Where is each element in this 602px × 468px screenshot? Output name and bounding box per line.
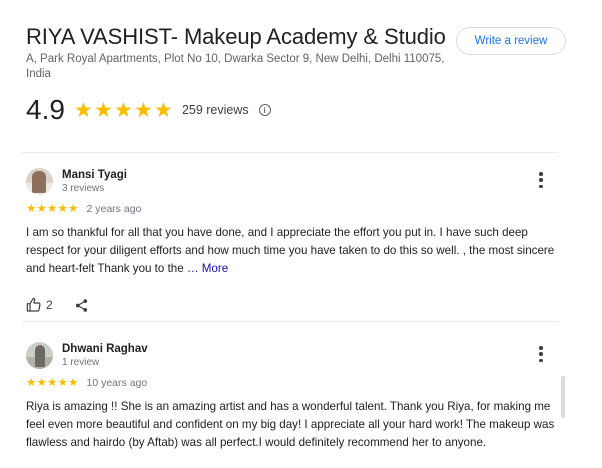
star-icon: ★ — [57, 203, 68, 215]
more-options-icon[interactable] — [536, 346, 546, 362]
reviewer-header: Dhwani Raghav 1 review — [26, 340, 556, 370]
star-icon: ★ — [26, 377, 37, 389]
reviewer-info: Mansi Tyagi 3 reviews — [62, 168, 127, 195]
star-icon: ★ — [153, 98, 173, 122]
star-icon: ★ — [93, 98, 113, 122]
divider — [22, 321, 558, 322]
star-icon: ★ — [113, 98, 133, 122]
rating-summary: 4.9 ★ ★ ★ ★ ★ 259 reviews i — [26, 93, 271, 127]
star-icon: ★ — [68, 203, 79, 215]
business-address: A, Park Royal Apartments, Plot No 10, Dw… — [26, 53, 445, 80]
star-icon: ★ — [36, 377, 47, 389]
review-rating: ★ ★ ★ ★ ★ 2 years ago — [26, 203, 556, 215]
avatar[interactable] — [26, 167, 53, 195]
star-icon: ★ — [133, 98, 153, 122]
review-rating: ★ ★ ★ ★ ★ 10 years ago — [26, 377, 556, 389]
share-icon[interactable] — [74, 298, 89, 313]
review-text-body: I am so thankful for all that you have d… — [26, 226, 555, 275]
review-count[interactable]: 259 reviews — [182, 103, 249, 117]
scrollbar[interactable] — [561, 376, 565, 418]
more-link[interactable]: … More — [187, 262, 228, 275]
reviewer-info: Dhwani Raghav 1 review — [62, 342, 148, 369]
review-actions: 2 — [26, 296, 556, 314]
star-icon: ★ — [57, 377, 68, 389]
rating-value: 4.9 — [26, 94, 65, 125]
review-card: Dhwani Raghav 1 review ★ ★ ★ ★ ★ 10 year… — [26, 340, 556, 452]
star-icon: ★ — [26, 203, 37, 215]
reviewer-header: Mansi Tyagi 3 reviews — [26, 166, 556, 196]
review-text: I am so thankful for all that you have d… — [26, 224, 558, 278]
review-time: 10 years ago — [86, 377, 148, 389]
review-time: 2 years ago — [86, 203, 142, 215]
avatar[interactable] — [26, 341, 53, 369]
info-icon[interactable]: i — [258, 104, 271, 116]
like-count: 2 — [46, 298, 53, 312]
reviewer-review-count: 3 reviews — [62, 182, 105, 194]
star-icon: ★ — [36, 203, 47, 215]
star-icon: ★ — [47, 203, 58, 215]
write-review-button[interactable]: Write a review — [456, 27, 566, 55]
business-header: RIYA VASHIST- Makeup Academy & Studio A,… — [26, 24, 466, 82]
reviewer-name[interactable]: Dhwani Raghav — [62, 342, 148, 356]
thumbs-up-icon[interactable] — [26, 297, 42, 313]
reviewer-name[interactable]: Mansi Tyagi — [62, 168, 127, 182]
reviewer-review-count: 1 review — [62, 356, 100, 368]
business-name: RIYA VASHIST- Makeup Academy & Studio — [26, 24, 446, 49]
rating-stars: ★ ★ ★ ★ ★ — [74, 100, 174, 121]
review-card: Mansi Tyagi 3 reviews ★ ★ ★ ★ ★ 2 years … — [26, 166, 556, 314]
star-icon: ★ — [68, 377, 79, 389]
star-icon: ★ — [47, 377, 58, 389]
review-text-body: Riya is amazing !! She is an amazing art… — [26, 400, 555, 449]
star-icon: ★ — [73, 98, 93, 122]
divider — [22, 152, 558, 153]
more-options-icon[interactable] — [536, 172, 546, 188]
